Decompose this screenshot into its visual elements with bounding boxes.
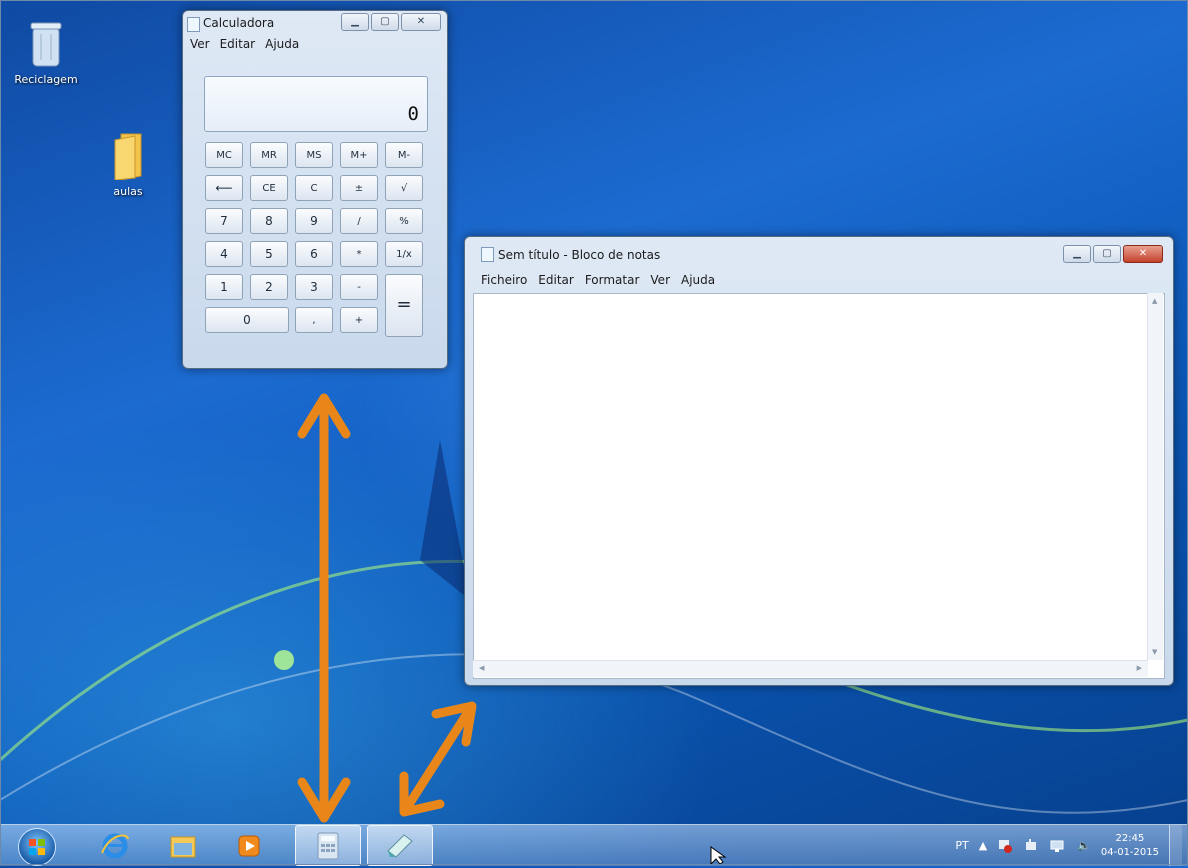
calculator-icon bbox=[187, 17, 200, 32]
key-5[interactable]: 5 bbox=[250, 241, 288, 267]
recycle-bin-icon bbox=[30, 22, 62, 67]
taskbar-calculator[interactable] bbox=[295, 825, 361, 866]
window-title: Calculadora bbox=[203, 16, 275, 30]
file-explorer-icon bbox=[170, 836, 196, 857]
key-mc[interactable]: MC bbox=[205, 142, 243, 168]
key-percent[interactable]: % bbox=[385, 208, 423, 234]
key-plus-minus[interactable]: ± bbox=[340, 175, 378, 201]
key-reciprocal[interactable]: 1/x bbox=[385, 241, 423, 267]
close-button[interactable]: ✕ bbox=[1123, 245, 1163, 263]
key-0[interactable]: 0 bbox=[205, 307, 289, 333]
key-m-minus[interactable]: M- bbox=[385, 142, 423, 168]
desktop-icon-folder[interactable]: aulas bbox=[104, 130, 152, 198]
minimize-button[interactable]: ▁ bbox=[1063, 245, 1091, 263]
menu-item-ver[interactable]: Ver bbox=[190, 37, 210, 51]
taskbar-media-player[interactable] bbox=[218, 825, 280, 866]
desktop-icon-label: aulas bbox=[113, 185, 143, 198]
key-subtract[interactable]: - bbox=[340, 274, 378, 300]
language-indicator[interactable]: PT bbox=[955, 839, 968, 852]
menu-item-formatar[interactable]: Formatar bbox=[585, 273, 640, 287]
system-tray: PT ▲ 🔈 22:45 04-01-2015 bbox=[955, 825, 1188, 866]
clock-date: 04-01-2015 bbox=[1100, 846, 1159, 858]
menu-item-ficheiro[interactable]: Ficheiro bbox=[481, 273, 527, 287]
key-3[interactable]: 3 bbox=[295, 274, 333, 300]
key-add[interactable]: + bbox=[340, 307, 378, 333]
menu-item-ajuda[interactable]: Ajuda bbox=[681, 273, 715, 287]
action-center-flag-icon[interactable] bbox=[997, 839, 1013, 853]
network-icon[interactable] bbox=[1049, 839, 1067, 853]
maximize-button[interactable]: ▢ bbox=[371, 13, 399, 31]
key-7[interactable]: 7 bbox=[205, 208, 243, 234]
key-divide[interactable]: / bbox=[340, 208, 378, 234]
key-ms[interactable]: MS bbox=[295, 142, 333, 168]
media-player-icon bbox=[238, 835, 260, 856]
desktop-icon-label: Reciclagem bbox=[14, 73, 78, 86]
key-decimal[interactable]: , bbox=[295, 307, 333, 333]
notepad-icon bbox=[387, 833, 413, 858]
calculator-window: Calculadora ▁ ▢ ✕ Ver Editar Ajuda 0 MC … bbox=[182, 10, 448, 369]
maximize-button[interactable]: ▢ bbox=[1093, 245, 1121, 263]
menu-item-editar[interactable]: Editar bbox=[538, 273, 574, 287]
key-1[interactable]: 1 bbox=[205, 274, 243, 300]
key-9[interactable]: 9 bbox=[295, 208, 333, 234]
internet-explorer-icon bbox=[101, 833, 129, 858]
minimize-button[interactable]: ▁ bbox=[341, 13, 369, 31]
windows-logo-icon bbox=[29, 839, 45, 855]
window-controls: ▁ ▢ ✕ bbox=[341, 13, 441, 31]
key-2[interactable]: 2 bbox=[250, 274, 288, 300]
text-editor[interactable] bbox=[473, 293, 1165, 679]
folder-icon bbox=[114, 133, 142, 181]
notepad-icon bbox=[481, 247, 494, 262]
menu-item-editar[interactable]: Editar bbox=[220, 37, 256, 51]
desktop-icon-recycle-bin[interactable]: Reciclagem bbox=[12, 20, 80, 86]
key-multiply[interactable]: * bbox=[340, 241, 378, 267]
key-sqrt[interactable]: √ bbox=[385, 175, 423, 201]
taskbar-file-explorer[interactable] bbox=[152, 825, 214, 866]
key-m-plus[interactable]: M+ bbox=[340, 142, 378, 168]
key-equals[interactable]: = bbox=[385, 274, 423, 337]
start-button[interactable] bbox=[18, 828, 56, 866]
mouse-cursor-icon bbox=[710, 846, 727, 865]
key-c[interactable]: C bbox=[295, 175, 333, 201]
key-mr[interactable]: MR bbox=[250, 142, 288, 168]
key-8[interactable]: 8 bbox=[250, 208, 288, 234]
show-desktop-button[interactable] bbox=[1169, 825, 1182, 866]
display-value: 0 bbox=[407, 103, 419, 125]
show-hidden-icons-icon[interactable]: ▲ bbox=[979, 839, 987, 852]
taskbar: PT ▲ 🔈 22:45 04-01-2015 bbox=[0, 824, 1188, 866]
taskbar-notepad[interactable] bbox=[367, 825, 433, 866]
calculator-display: 0 bbox=[204, 76, 428, 132]
notepad-window: Sem título - Bloco de notas ▁ ▢ ✕ Fichei… bbox=[464, 236, 1174, 686]
key-ce[interactable]: CE bbox=[250, 175, 288, 201]
menu-bar: Ver Editar Ajuda bbox=[190, 37, 299, 51]
key-6[interactable]: 6 bbox=[295, 241, 333, 267]
calculator-icon bbox=[317, 832, 339, 859]
taskbar-internet-explorer[interactable] bbox=[84, 825, 146, 866]
window-controls: ▁ ▢ ✕ bbox=[1063, 245, 1163, 263]
window-title: Sem título - Bloco de notas bbox=[498, 248, 661, 262]
clock[interactable]: 22:45 04-01-2015 bbox=[1101, 832, 1159, 860]
volume-icon[interactable]: 🔈 bbox=[1077, 839, 1091, 852]
key-4[interactable]: 4 bbox=[205, 241, 243, 267]
clock-time: 22:45 bbox=[1115, 832, 1145, 844]
menu-bar: Ficheiro Editar Formatar Ver Ajuda bbox=[481, 273, 715, 287]
key-backspace[interactable]: ⟵ bbox=[205, 175, 243, 201]
menu-item-ver[interactable]: Ver bbox=[650, 273, 670, 287]
close-button[interactable]: ✕ bbox=[401, 13, 441, 31]
menu-item-ajuda[interactable]: Ajuda bbox=[265, 37, 299, 51]
power-plug-icon[interactable] bbox=[1023, 838, 1039, 853]
